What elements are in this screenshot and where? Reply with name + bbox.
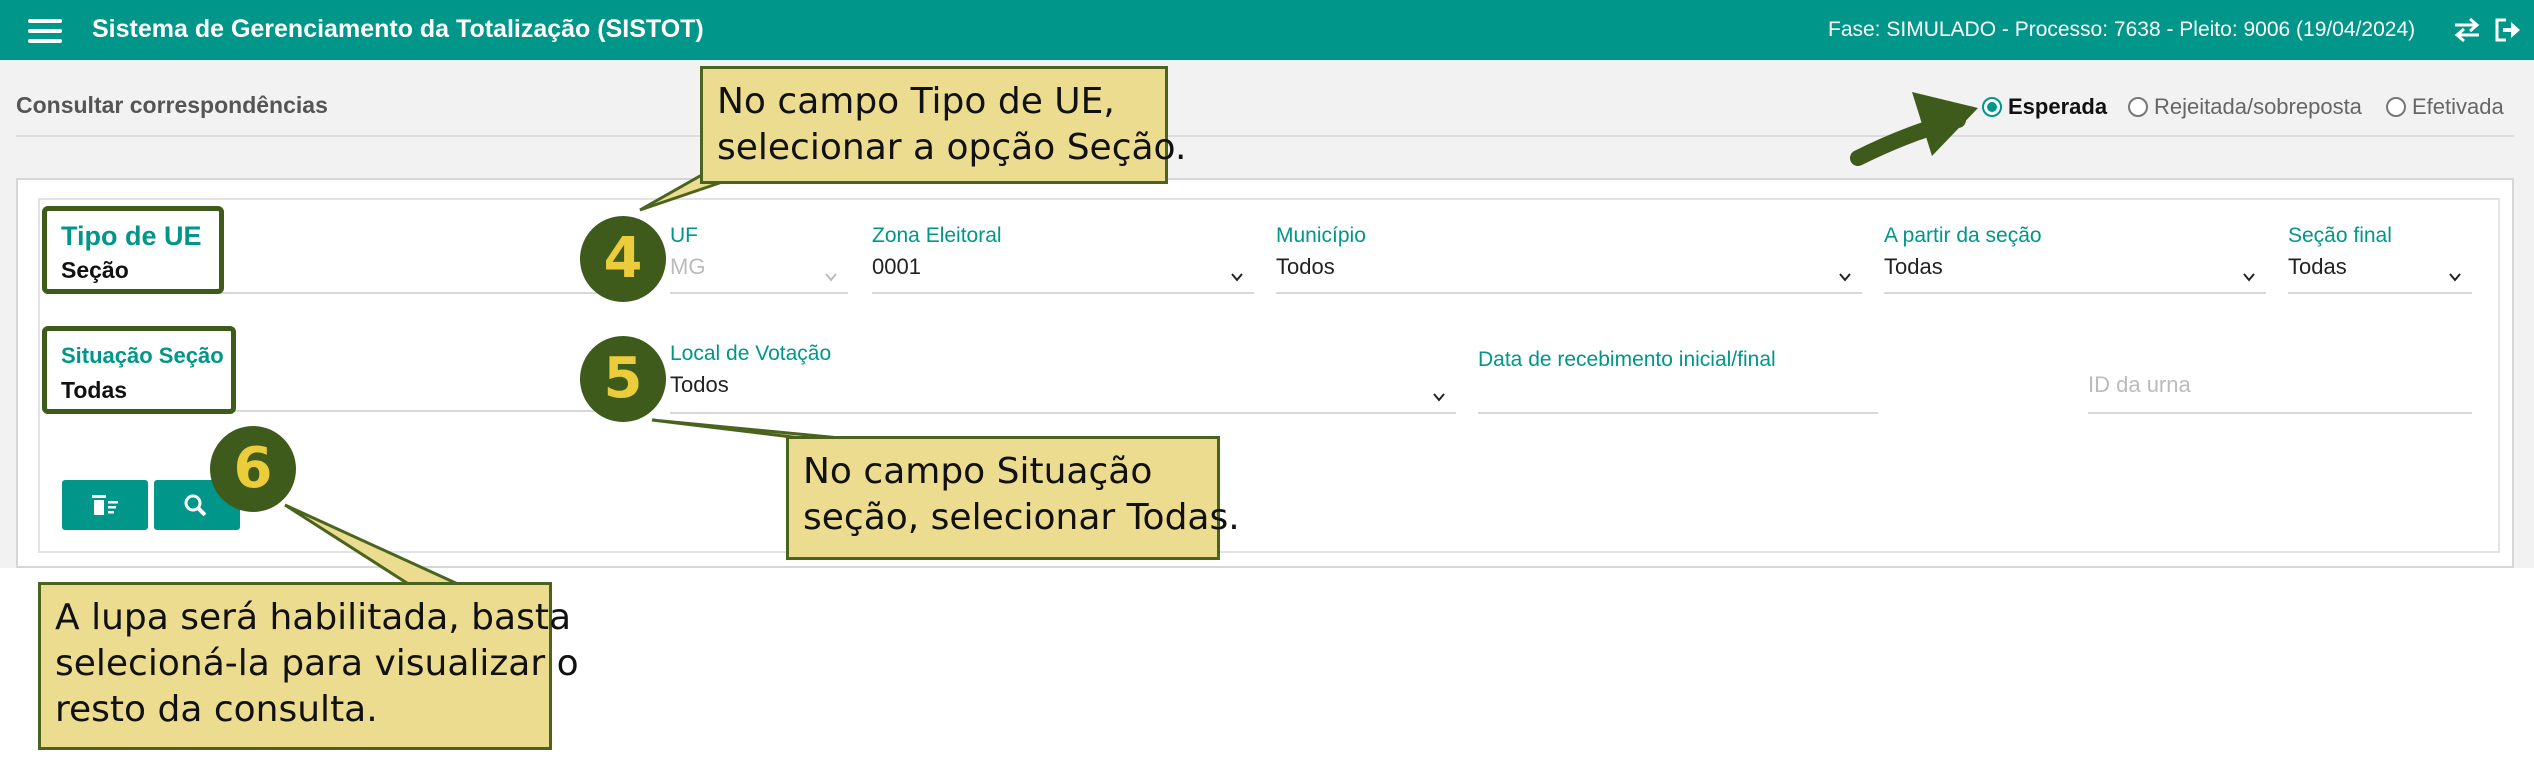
phase-info: Fase: SIMULADO - Processo: 7638 - Pleito… (1828, 18, 2416, 41)
uf-value: MG (670, 254, 706, 279)
data-recebimento-label: Data de recebimento inicial/final (1478, 348, 1776, 371)
highlight-tipo-ue: Tipo de UE Seção (42, 206, 224, 294)
data-recebimento-input[interactable]: Data de recebimento inicial/final (1478, 348, 1878, 414)
field-underline (1478, 412, 1878, 414)
secao-final-value: Todas (2288, 254, 2347, 279)
page: Sistema de Gerenciamento da Totalização … (0, 0, 2534, 772)
callout-6-line1: A lupa será habilitada, basta (55, 597, 572, 638)
id-urna-input[interactable]: ID da urna (2088, 372, 2472, 414)
id-urna-placeholder: ID da urna (2088, 372, 2191, 397)
local-votacao-value: Todos (670, 372, 729, 397)
chevron-down-icon (2449, 273, 2461, 282)
clear-filter-icon (92, 495, 118, 515)
secao-inicial-select[interactable]: A partir da seção Todas (1884, 224, 2266, 294)
radio-label: Efetivada (2412, 94, 2504, 119)
field-underline (670, 292, 848, 294)
uf-select: UF MG (670, 224, 848, 294)
highlight-situacao-secao: Situação Seção Todas (42, 326, 236, 414)
logout-icon[interactable] (2494, 17, 2522, 43)
situacao-secao-label: Situação Seção (61, 343, 224, 368)
tipo-ue-label: Tipo de UE (61, 221, 202, 251)
chevron-down-icon (1433, 393, 1445, 402)
callout-5-line2: seção, selecionar Todas. (803, 497, 1240, 538)
page-title: Consultar correspondências (16, 92, 328, 118)
callout-4-line1: No campo Tipo de UE, (717, 81, 1115, 122)
divider (16, 135, 2514, 137)
field-underline (872, 292, 1254, 294)
callout-step-6: A lupa será habilitada, basta selecioná-… (38, 582, 579, 750)
local-votacao-select[interactable]: Local de Votação Todos (670, 342, 1456, 414)
top-bar: Sistema de Gerenciamento da Totalização … (0, 0, 2534, 60)
app-title: Sistema de Gerenciamento da Totalização … (92, 15, 704, 43)
radio-label: Esperada (2008, 94, 2108, 119)
radio-checked-icon (1982, 97, 2002, 117)
swap-arrows-icon[interactable] (2452, 17, 2482, 43)
field-underline (670, 412, 1456, 414)
zona-value: 0001 (872, 254, 921, 279)
search-icon (184, 494, 207, 517)
chevron-down-icon (825, 273, 837, 282)
secao-final-select[interactable]: Seção final Todas (2288, 224, 2472, 294)
radio-esperada[interactable]: Esperada (1982, 94, 2107, 120)
radio-unchecked-icon (2386, 97, 2406, 117)
callout-6-line2: selecioná-la para visualizar o (55, 643, 579, 684)
zona-eleitoral-select[interactable]: Zona Eleitoral 0001 (872, 224, 1254, 294)
field-underline (2288, 292, 2472, 294)
municipio-label: Município (1276, 224, 1366, 247)
zona-label: Zona Eleitoral (872, 224, 1002, 247)
situacao-secao-value: Todas (61, 377, 128, 403)
callout-4-line2: selecionar a opção Seção. (717, 127, 1187, 168)
step-badge-5: 5 (580, 336, 666, 422)
uf-label: UF (670, 224, 698, 247)
radio-rejeitada[interactable]: Rejeitada/sobreposta (2128, 94, 2362, 120)
field-underline (2088, 412, 2472, 414)
secao-inicial-label: A partir da seção (1884, 224, 2042, 247)
step-badge-6: 6 (210, 426, 296, 512)
tipo-ue-value: Seção (61, 257, 129, 283)
chevron-down-icon (1839, 273, 1851, 282)
callout-5-line1: No campo Situação (803, 451, 1153, 492)
radio-efetivada[interactable]: Efetivada (2386, 94, 2504, 120)
radio-unchecked-icon (2128, 97, 2148, 117)
radio-label: Rejeitada/sobreposta (2154, 94, 2362, 119)
step-badge-4: 4 (580, 216, 666, 302)
municipio-value: Todos (1276, 254, 1335, 279)
municipio-select[interactable]: Município Todos (1276, 224, 1862, 294)
local-votacao-label: Local de Votação (670, 342, 832, 365)
clear-filter-button[interactable] (62, 480, 148, 530)
field-underline (1276, 292, 1862, 294)
chevron-down-icon (2243, 273, 2255, 282)
callout-step-4: No campo Tipo de UE, selecionar a opção … (700, 66, 1186, 184)
field-underline (1884, 292, 2266, 294)
callout-6-line3: resto da consulta. (55, 689, 378, 730)
secao-inicial-value: Todas (1884, 254, 1943, 279)
callout-step-5: No campo Situação seção, selecionar Toda… (786, 436, 1240, 560)
hamburger-menu-icon[interactable] (28, 17, 62, 45)
chevron-down-icon (1231, 273, 1243, 282)
secao-final-label: Seção final (2288, 224, 2392, 247)
